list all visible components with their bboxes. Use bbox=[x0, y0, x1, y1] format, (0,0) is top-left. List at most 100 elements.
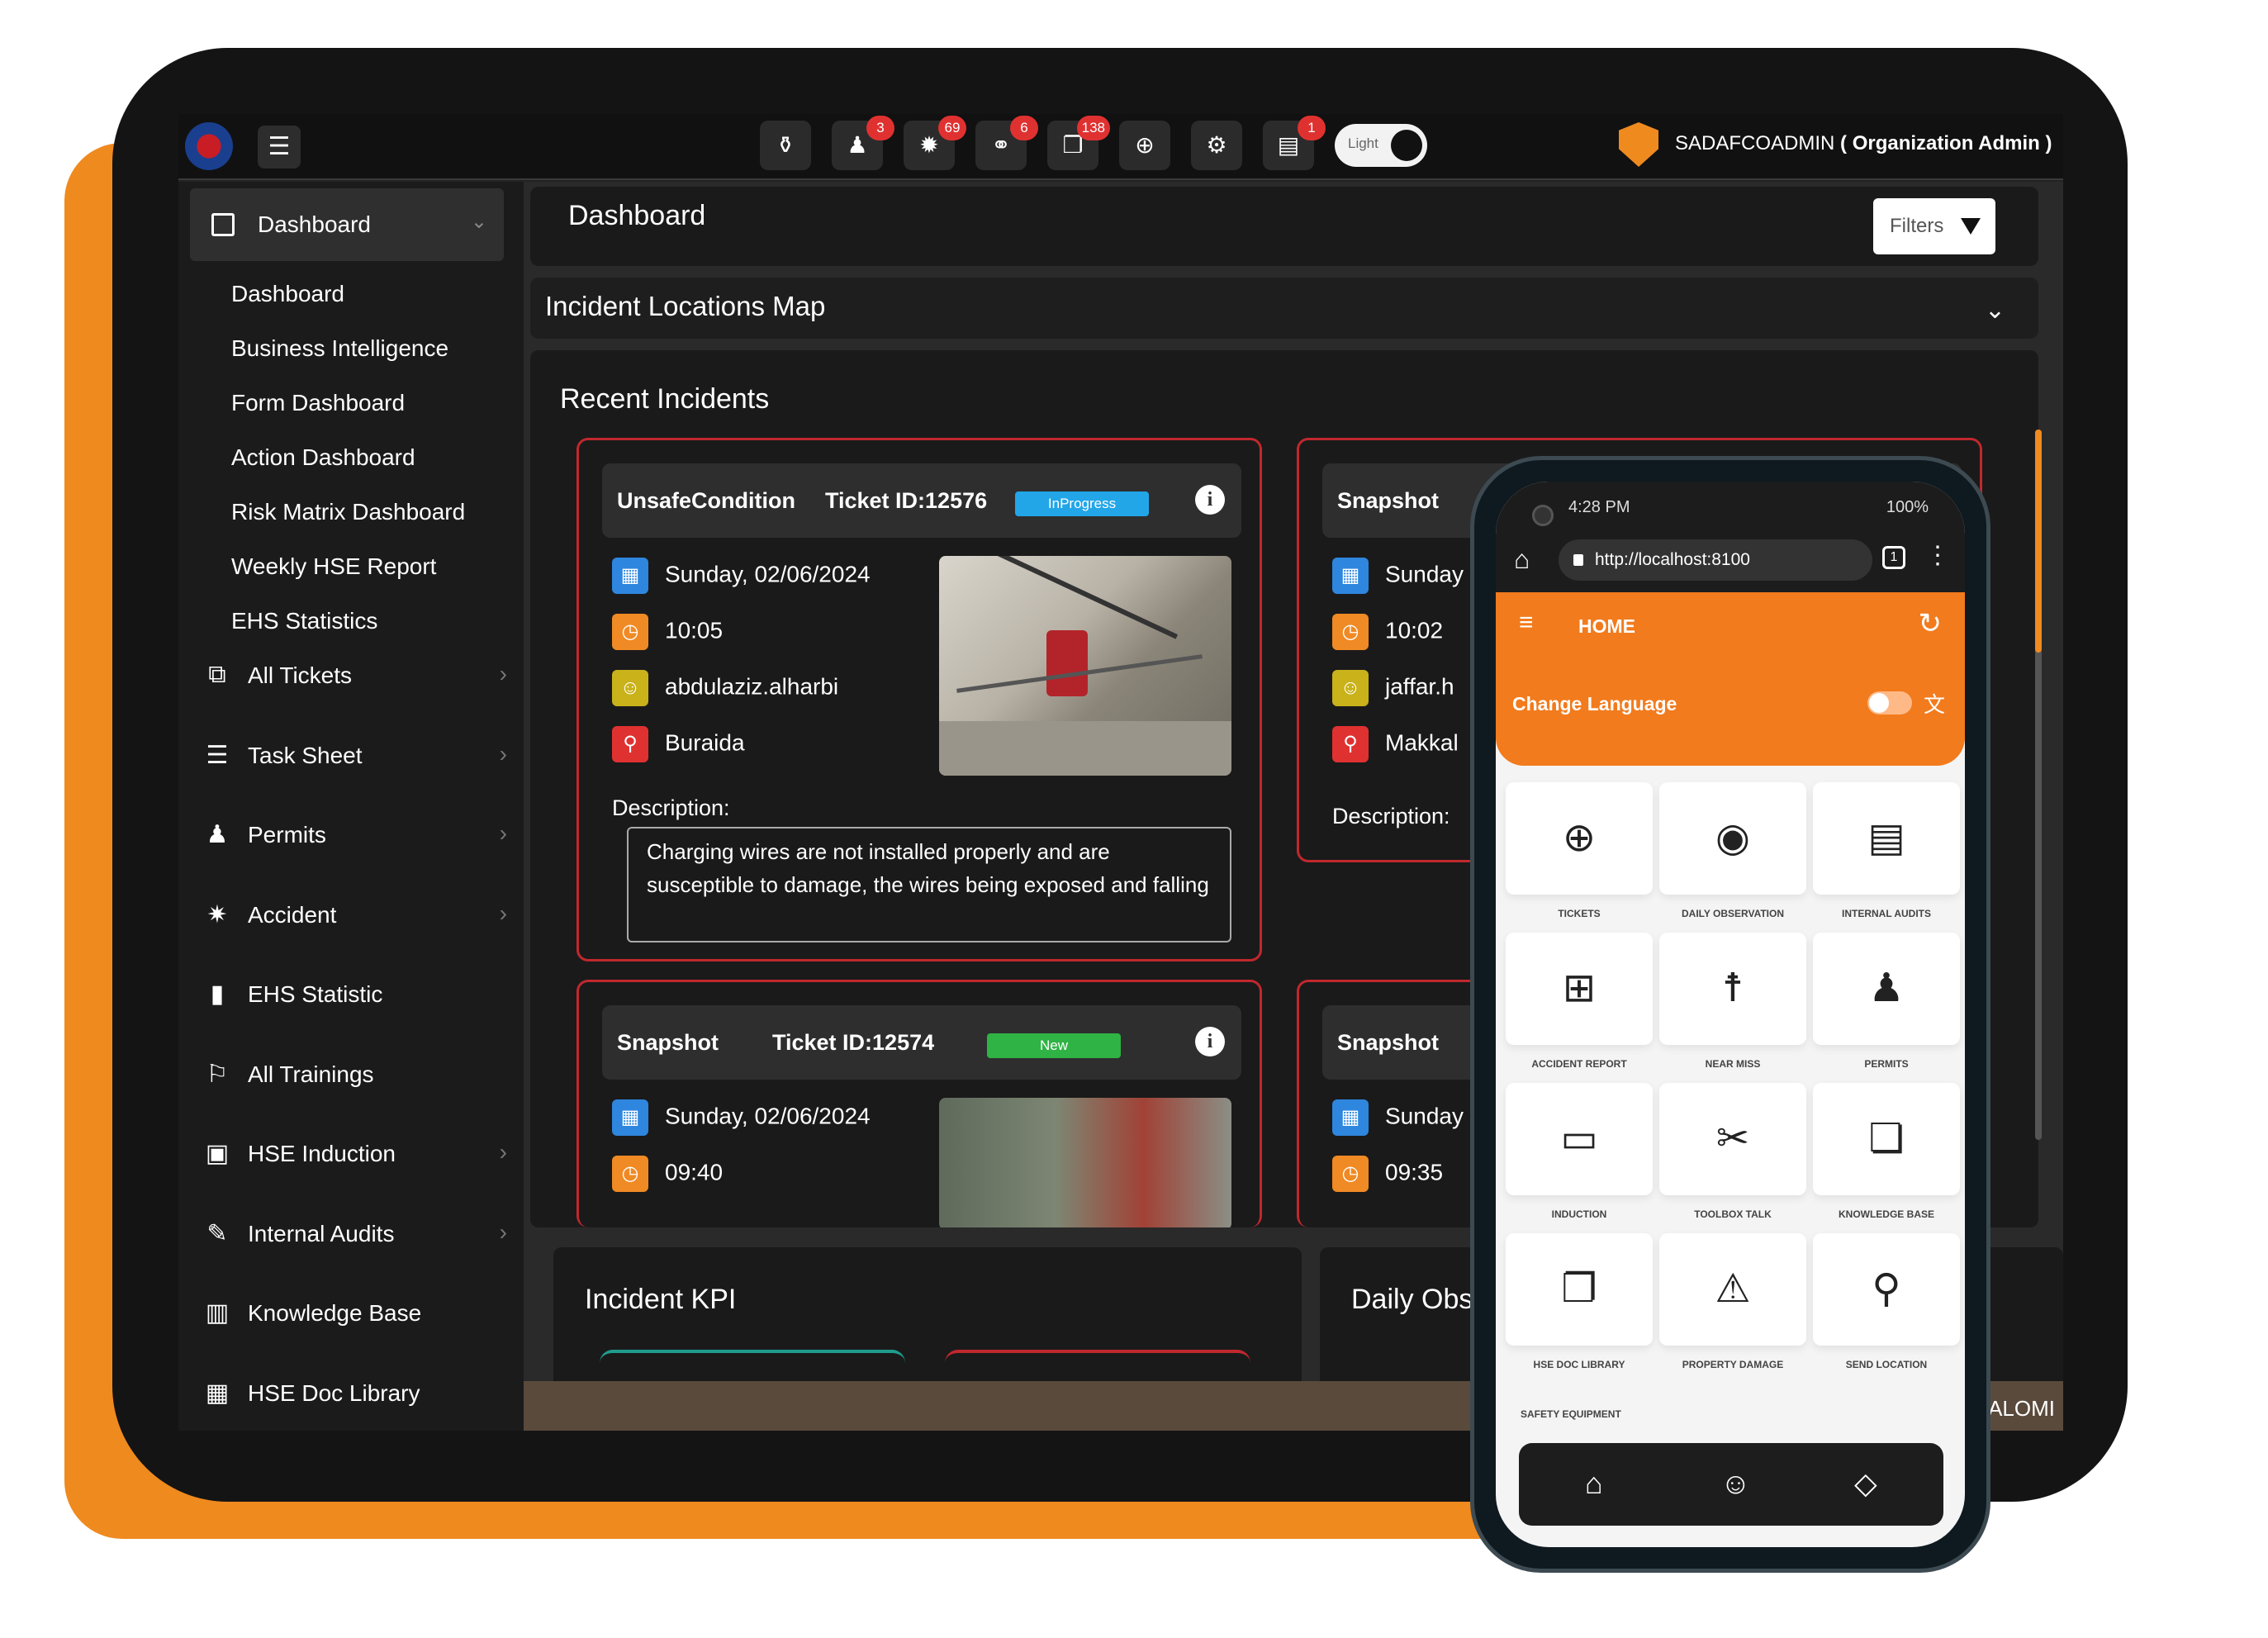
home-icon[interactable]: ⌂ bbox=[1514, 544, 1530, 575]
sidebar-item-label: Task Sheet bbox=[248, 742, 363, 768]
sidebar-item[interactable]: ⧉ All Tickets › bbox=[202, 653, 507, 699]
language-toggle[interactable] bbox=[1867, 691, 1912, 715]
sidebar-item[interactable]: ▦ HSE Doc Library bbox=[202, 1370, 507, 1417]
menu-icon: ✷ bbox=[206, 900, 228, 928]
hamburger-menu-icon[interactable]: ≡ bbox=[1519, 609, 1534, 637]
home-tile[interactable]: ☨ bbox=[1659, 933, 1806, 1045]
notification-badge: 1 bbox=[1298, 116, 1326, 140]
incident-time: ◷ 10:02 bbox=[1332, 614, 1443, 650]
submenu-item[interactable]: Business Intelligence bbox=[231, 335, 448, 362]
incident-date: ▦ Sunday, 02/06/2024 bbox=[612, 1099, 871, 1136]
theme-toggle[interactable]: Light bbox=[1335, 124, 1427, 167]
filters-button[interactable]: Filters bbox=[1873, 198, 1995, 254]
home-tile[interactable]: ▭ bbox=[1506, 1083, 1653, 1195]
home-icon[interactable]: ⌂ bbox=[1585, 1466, 1603, 1501]
menu-icon: ☰ bbox=[206, 741, 229, 769]
hamburger-menu-button[interactable]: ☰ bbox=[258, 126, 301, 169]
translate-icon[interactable]: 文 bbox=[1924, 688, 1945, 719]
status-badge: InProgress bbox=[1015, 491, 1149, 516]
menu-icon: ▮ bbox=[210, 980, 225, 1008]
phone-frame: 4:28 PM 100% ⌂ http://localhost:8100 1 ⋮… bbox=[1470, 456, 1990, 1573]
info-icon[interactable]: i bbox=[1195, 1027, 1225, 1056]
user-icon[interactable]: ☺ bbox=[1720, 1466, 1751, 1501]
app-logo[interactable] bbox=[185, 122, 233, 170]
submenu-item[interactable]: Action Dashboard bbox=[231, 444, 415, 471]
sidebar-item[interactable]: ✷ Accident › bbox=[202, 892, 507, 938]
incident-card[interactable]: UnsafeCondition Ticket ID:12576 InProgre… bbox=[576, 438, 1262, 961]
settings-icon[interactable]: ⚙ bbox=[1191, 121, 1242, 170]
home-tile[interactable]: ⚠ bbox=[1659, 1233, 1806, 1346]
username: SADAFCOADMIN bbox=[1675, 132, 1835, 154]
chevron-down-icon[interactable]: ⌄ bbox=[1985, 296, 2005, 325]
info-icon[interactable]: i bbox=[1195, 485, 1225, 515]
front-camera bbox=[1532, 505, 1554, 526]
incident-user: ☺ jaffar.h bbox=[1332, 670, 1454, 706]
more-menu-icon[interactable]: ⋮ bbox=[1925, 541, 1950, 570]
app-header-title: HOME bbox=[1578, 615, 1635, 637]
sidebar-item[interactable]: ⚐ All Trainings bbox=[202, 1052, 507, 1098]
home-tile[interactable]: ⊕ bbox=[1506, 782, 1653, 895]
incident-header: Snapshot Ticket ID:12574 New i bbox=[602, 1005, 1241, 1080]
document-icon[interactable]: ▤ 1 bbox=[1263, 116, 1326, 170]
tabs-button[interactable]: 1 bbox=[1882, 546, 1905, 569]
incident-kpi-title: Incident KPI bbox=[585, 1284, 737, 1315]
incident-header: UnsafeCondition Ticket ID:12576 InProgre… bbox=[602, 463, 1241, 538]
submenu-item[interactable]: Risk Matrix Dashboard bbox=[231, 499, 465, 525]
virus-icon[interactable]: ✹ 69 bbox=[904, 116, 966, 170]
handshake-icon[interactable]: ⚭ 6 bbox=[975, 116, 1038, 170]
clock-icon: ◷ bbox=[1332, 614, 1369, 650]
home-tile[interactable]: ❏ bbox=[1813, 1083, 1960, 1195]
home-tile-label: NEAR MISS bbox=[1705, 1058, 1761, 1070]
home-tile-label: INTERNAL AUDITS bbox=[1842, 908, 1931, 919]
sidebar-item[interactable]: ☰ Task Sheet › bbox=[202, 733, 507, 779]
sidebar-item[interactable]: ✎ Internal Audits › bbox=[202, 1211, 507, 1257]
submenu-item[interactable]: Dashboard bbox=[231, 281, 344, 307]
incident-card[interactable]: Snapshot Ticket ID:12574 New i ▦ Sunday, … bbox=[576, 980, 1262, 1227]
menu-icon: ♟ bbox=[206, 821, 229, 848]
sidebar-item-dashboard[interactable]: Dashboard ⌄ bbox=[190, 188, 504, 261]
photo-detail bbox=[939, 721, 1231, 776]
sidebar-item[interactable]: ▥ Knowledge Base bbox=[202, 1290, 507, 1337]
safety-equipment-label[interactable]: SAFETY EQUIPMENT bbox=[1521, 1408, 1621, 1420]
photo-detail bbox=[1046, 630, 1088, 696]
sidebar-item-label: HSE Induction bbox=[248, 1141, 396, 1166]
home-tile-label: SEND LOCATION bbox=[1845, 1359, 1928, 1370]
home-tile[interactable]: ⚲ bbox=[1813, 1233, 1960, 1346]
home-tile[interactable]: ♟ bbox=[1813, 933, 1960, 1045]
incident-location: ⚲ Buraida bbox=[612, 726, 745, 762]
calendar-icon: ▦ bbox=[612, 1099, 648, 1136]
refresh-icon[interactable]: ↻ bbox=[1919, 607, 1943, 640]
submenu-item[interactable]: Form Dashboard bbox=[231, 390, 405, 416]
home-tile-label: PROPERTY DAMAGE bbox=[1682, 1359, 1784, 1370]
home-tile[interactable]: ◉ bbox=[1659, 782, 1806, 895]
worker-icon[interactable]: ♟ 3 bbox=[832, 116, 894, 170]
scrollbar-thumb[interactable] bbox=[2035, 430, 2042, 653]
sidebar-item[interactable]: ▮ EHS Statistic bbox=[202, 971, 507, 1018]
sidebar-item-label: Internal Audits bbox=[248, 1220, 395, 1246]
flame-icon[interactable]: ⚱ bbox=[760, 121, 811, 170]
sidebar-item[interactable]: ♟ Permits › bbox=[202, 812, 507, 858]
submenu-item[interactable]: EHS Statistics bbox=[231, 608, 377, 634]
map-accordion[interactable]: Incident Locations Map ⌄ bbox=[530, 278, 2038, 339]
bottom-nav: ⌂ ☺ ◇ bbox=[1519, 1443, 1943, 1526]
user-icon: ☺ bbox=[1332, 670, 1369, 706]
home-tile[interactable]: ✂ bbox=[1659, 1083, 1806, 1195]
home-tile[interactable]: ❐ bbox=[1506, 1233, 1653, 1346]
sidebar-item[interactable]: ▣ HSE Induction › bbox=[202, 1131, 507, 1177]
tickets-icon[interactable]: ❐ 138 bbox=[1047, 116, 1110, 170]
lifebuoy-icon[interactable]: ⊕ bbox=[1119, 121, 1170, 170]
menu-icon: ✎ bbox=[206, 1219, 228, 1247]
incident-photo[interactable] bbox=[939, 1098, 1231, 1227]
home-tile[interactable]: ⊞ bbox=[1506, 933, 1653, 1045]
recent-incidents-title: Recent Incidents bbox=[560, 383, 770, 415]
submenu-item[interactable]: Weekly HSE Report bbox=[231, 553, 436, 580]
location-pin-icon: ⚲ bbox=[612, 726, 648, 762]
home-tile-label: TOOLBOX TALK bbox=[1694, 1208, 1772, 1220]
chevron-down-icon: ⌄ bbox=[470, 211, 487, 233]
tag-icon[interactable]: ◇ bbox=[1854, 1466, 1877, 1501]
user-info[interactable]: SADAFCOADMIN ( Organization Admin ) bbox=[1675, 132, 2052, 155]
organization-shield-icon bbox=[1619, 122, 1658, 167]
url-bar[interactable]: http://localhost:8100 bbox=[1559, 539, 1872, 581]
incident-photo[interactable] bbox=[939, 556, 1231, 776]
home-tile[interactable]: ▤ bbox=[1813, 782, 1960, 895]
